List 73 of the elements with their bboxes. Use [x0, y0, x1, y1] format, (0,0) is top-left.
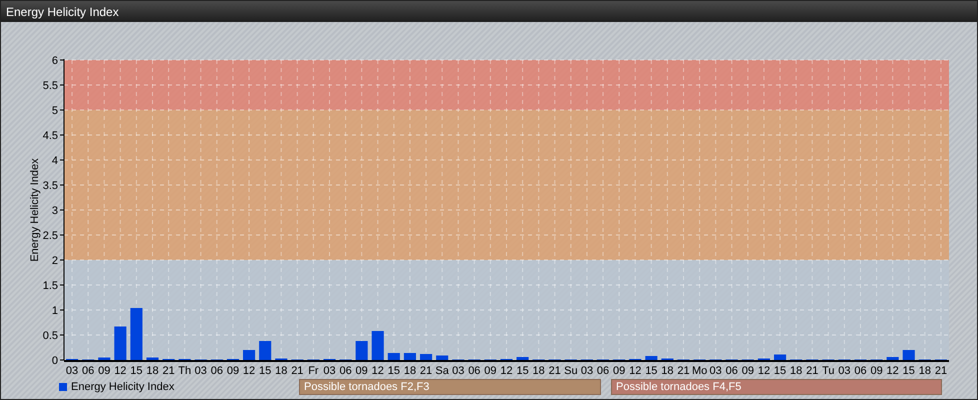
- x-tick-label: 18: [661, 365, 674, 376]
- x-tick-label: Mo: [692, 365, 708, 376]
- y-tick-label: 6: [52, 55, 58, 67]
- x-tick-label: 03: [323, 365, 336, 376]
- x-tick-label: 12: [242, 365, 256, 376]
- x-tick-label: 12: [372, 365, 384, 376]
- x-tick-label: 15: [516, 365, 529, 376]
- x-tick-label: 15: [774, 365, 786, 376]
- x-tick-label: 15: [388, 365, 400, 376]
- y-tick-label: 0.5: [42, 330, 58, 342]
- x-tick-label: 15: [902, 365, 915, 376]
- legend-label: Energy Helicity Index: [71, 381, 174, 393]
- x-tick-label: 03: [452, 365, 464, 376]
- x-tick-label: 09: [870, 365, 883, 376]
- y-tick-label: 0: [52, 355, 58, 367]
- x-tick-label: 03: [66, 365, 78, 376]
- x-tick-label: 03: [580, 365, 594, 376]
- y-tick-label: 3.5: [42, 180, 58, 192]
- x-tick-label: 09: [742, 365, 754, 376]
- x-tick-label: 12: [758, 365, 770, 376]
- zone-label: Possible tornadoes F2,F3: [299, 379, 601, 395]
- x-tick-label: 18: [146, 365, 159, 376]
- y-tick-label: 1.5: [42, 280, 58, 292]
- x-tick-label: 12: [629, 365, 642, 376]
- x-tick-label: Fr: [308, 365, 319, 376]
- x-tick-label: 21: [677, 365, 690, 376]
- x-tick-label: 06: [82, 365, 94, 376]
- x-tick-label: 09: [484, 365, 497, 376]
- x-tick-label: 06: [210, 365, 223, 376]
- x-tick-label: 21: [934, 365, 948, 376]
- y-tick-label: 4: [52, 155, 58, 167]
- x-tick-label: 06: [854, 365, 867, 376]
- x-tick-label: 18: [275, 365, 288, 376]
- y-tick-label: 4.5: [42, 130, 58, 142]
- x-tick-label: 18: [532, 365, 545, 376]
- x-tick-label: 06: [339, 365, 352, 376]
- x-tick-label: 03: [194, 365, 207, 376]
- x-tick-label: 15: [259, 365, 272, 376]
- x-tick-label: 06: [596, 365, 610, 376]
- y-tick-label: 2: [52, 255, 58, 267]
- x-tick-label: 12: [886, 365, 899, 376]
- x-tick-label: 03: [838, 365, 851, 376]
- y-tick-label: 2.5: [42, 230, 58, 242]
- x-tick-label: 03: [710, 365, 722, 376]
- x-tick-label: 21: [162, 365, 175, 376]
- x-tick-label: 09: [613, 365, 626, 376]
- y-tick-label: 5: [52, 105, 58, 117]
- x-tick-label: 18: [404, 365, 416, 376]
- x-tick-label: 18: [918, 365, 931, 376]
- y-tick-label: 1: [52, 305, 58, 317]
- y-tick-label: 3: [52, 205, 58, 217]
- x-tick-label: 12: [500, 365, 513, 376]
- x-tick-label: Su: [564, 365, 578, 376]
- x-tick-label: 21: [806, 365, 818, 376]
- y-tick-label: 5.5: [42, 80, 58, 92]
- window-title: Energy Helicity Index: [6, 4, 119, 18]
- x-tick-label: 21: [420, 365, 432, 376]
- x-tick-label: 12: [114, 365, 126, 376]
- x-tick-label: 21: [548, 365, 561, 376]
- x-tick-label: Tu: [822, 365, 835, 376]
- x-tick-label: 06: [726, 365, 738, 376]
- x-tick-label: 18: [790, 365, 802, 376]
- y-axis-title: Energy Helicity Index: [29, 158, 41, 262]
- x-tick-label: 21: [291, 365, 304, 376]
- x-tick-label: 15: [130, 365, 143, 376]
- x-tick-label: Sa: [435, 365, 449, 376]
- x-tick-label: 09: [356, 365, 368, 376]
- x-tick-label: 06: [468, 365, 480, 376]
- x-tick-label: Th: [178, 365, 192, 376]
- x-tick-label: 09: [98, 365, 110, 376]
- x-tick-label: 15: [645, 365, 658, 376]
- x-tick-label: 09: [226, 365, 240, 376]
- zone-label: Possible tornadoes F4,F5: [611, 379, 942, 395]
